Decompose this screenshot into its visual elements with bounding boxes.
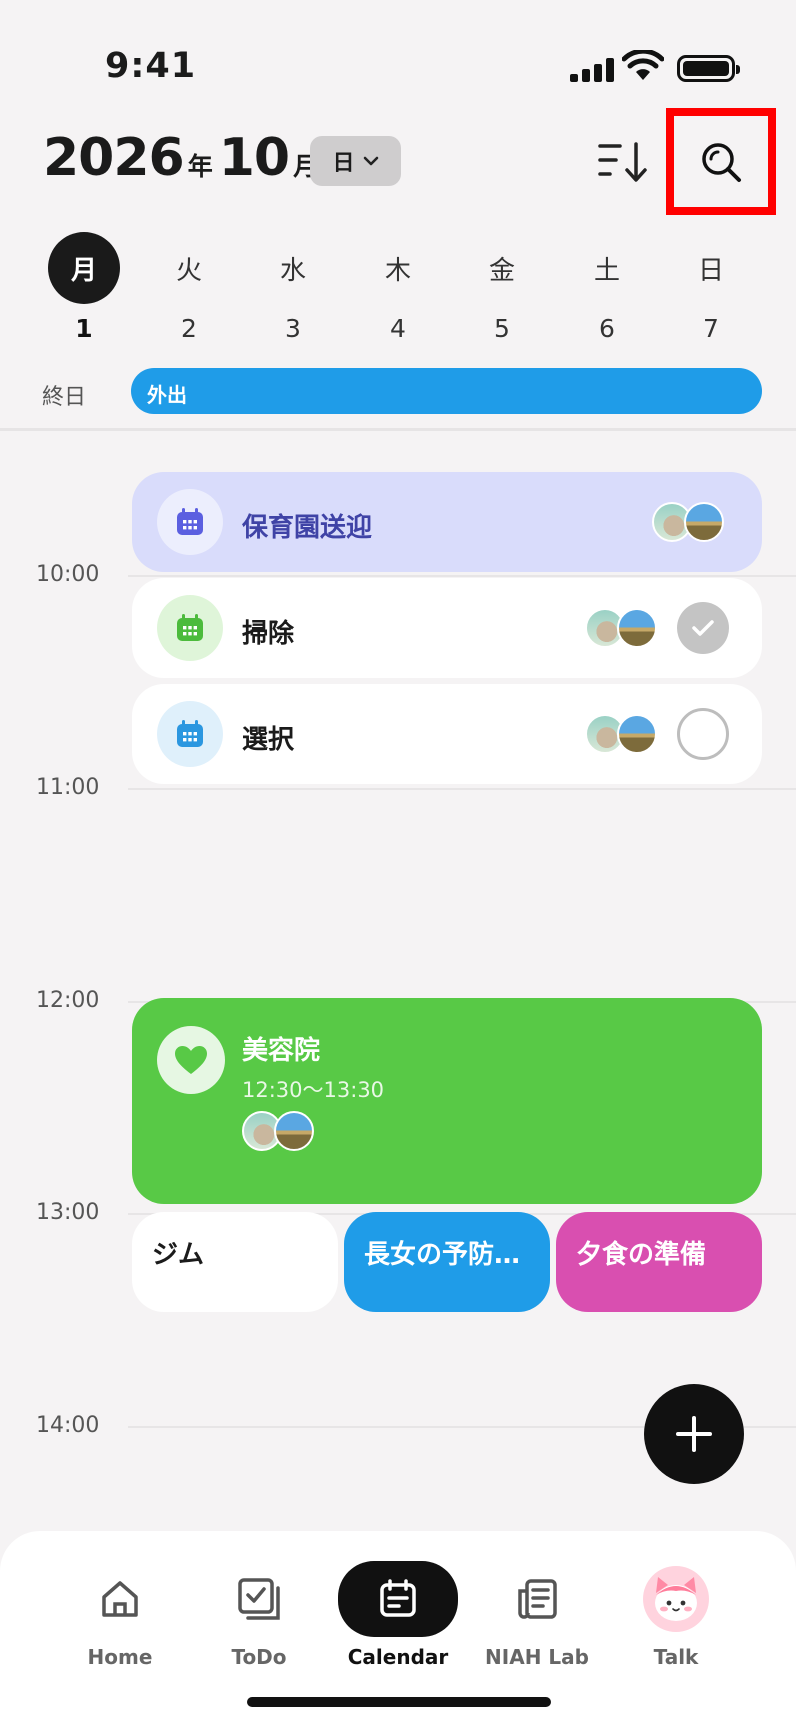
sort-icon <box>598 142 647 182</box>
event-title: 美容院 <box>242 1036 321 1066</box>
calendar-icon <box>157 489 223 555</box>
weekday-sat[interactable]: 土 6 <box>571 232 643 344</box>
weekday-sun[interactable]: 日 7 <box>675 232 747 344</box>
weekday-name: 日 <box>697 255 724 286</box>
event-card-cleaning[interactable]: 掃除 <box>132 578 762 678</box>
avatar <box>684 502 724 542</box>
weekday-name: 火 <box>175 255 202 286</box>
month-title[interactable]: 2026 年 10 月 <box>43 128 324 188</box>
weekday-wed[interactable]: 水 3 <box>257 232 329 344</box>
tab-home[interactable]: Home <box>50 1567 190 1669</box>
tab-niah-lab[interactable]: NIAH Lab <box>467 1567 607 1669</box>
wifi-icon <box>621 48 665 86</box>
news-icon <box>467 1567 607 1631</box>
weekday-date: 5 <box>494 314 510 343</box>
checkmark-icon <box>692 620 714 636</box>
search-button[interactable] <box>666 108 776 215</box>
weekday-thu[interactable]: 木 4 <box>362 232 434 344</box>
sort-button[interactable] <box>596 138 652 186</box>
home-indicator <box>247 1697 551 1707</box>
calendar-icon <box>338 1561 458 1637</box>
event-time: 12:30～13:30 <box>242 1078 385 1102</box>
event-card-selection[interactable]: 選択 <box>132 684 762 784</box>
tab-label: ToDo <box>231 1645 287 1669</box>
participant-avatars <box>242 1111 314 1151</box>
weekday-name: 水 <box>279 255 306 286</box>
view-mode-label: 日 <box>332 151 355 176</box>
avatar <box>617 608 657 648</box>
tab-label: Talk <box>653 1645 699 1669</box>
weekday-date: 6 <box>599 314 615 343</box>
search-icon <box>702 142 741 182</box>
weekday-name: 土 <box>593 255 620 286</box>
year-text: 2026 <box>43 128 185 188</box>
plus-icon <box>676 1416 712 1452</box>
cellular-signal-icon <box>570 58 614 82</box>
todo-checkbox[interactable] <box>677 708 729 760</box>
hour-label: 14:00 <box>36 1413 100 1438</box>
hour-line <box>128 788 796 790</box>
weekday-tue[interactable]: 火 2 <box>153 232 225 344</box>
weekday-name: 木 <box>384 255 411 286</box>
hour-label: 10:00 <box>36 562 100 587</box>
event-title: 保育園送迎 <box>242 513 373 543</box>
weekday-date: 4 <box>390 314 406 343</box>
event-card-vaccination[interactable]: 長女の予防… <box>344 1212 550 1312</box>
year-unit: 年 <box>187 152 213 181</box>
participant-avatars <box>652 502 724 542</box>
hour-label: 13:00 <box>36 1200 100 1225</box>
weekday-date: 3 <box>285 314 301 343</box>
event-title: 掃除 <box>242 619 295 649</box>
month-text: 10 <box>218 128 290 188</box>
calendar-icon <box>157 595 223 661</box>
view-mode-dropdown[interactable]: 日 <box>310 136 401 186</box>
event-card-beauty-salon[interactable]: 美容院 12:30～13:30 <box>132 998 762 1204</box>
calendar-icon <box>157 701 223 767</box>
battery-icon <box>677 55 740 82</box>
status-time: 9:41 <box>105 46 197 86</box>
tab-calendar[interactable]: Calendar <box>328 1561 468 1669</box>
completed-checkbox[interactable] <box>677 602 729 654</box>
character-avatar-icon <box>606 1566 746 1632</box>
todo-icon <box>189 1567 329 1631</box>
hour-label: 12:00 <box>36 988 100 1013</box>
all-day-event[interactable]: 外出 <box>131 368 762 414</box>
tab-label: NIAH Lab <box>485 1645 589 1669</box>
event-card-nursery-pickup[interactable]: 保育園送迎 <box>132 472 762 572</box>
participant-avatars <box>585 608 657 648</box>
tab-label: Calendar <box>347 1645 449 1669</box>
tab-talk[interactable]: Talk <box>606 1566 746 1669</box>
weekday-date: 2 <box>181 314 197 343</box>
event-card-dinner-prep[interactable]: 夕食の準備 <box>556 1212 762 1312</box>
weekday-date: 1 <box>75 314 93 343</box>
weekday-fri[interactable]: 金 5 <box>466 232 538 344</box>
weekday-mon[interactable]: 月 1 <box>48 232 120 343</box>
weekday-date: 7 <box>703 314 719 343</box>
participant-avatars <box>585 714 657 754</box>
add-event-button[interactable] <box>644 1384 744 1484</box>
home-icon <box>50 1567 190 1631</box>
hour-line <box>128 575 796 577</box>
all-day-divider <box>0 428 796 431</box>
heart-icon <box>157 1026 225 1094</box>
bottom-tab-bar: Home ToDo Calendar NIAH Lab Talk <box>0 1531 796 1724</box>
all-day-label: 終日 <box>42 385 87 410</box>
chevron-down-icon <box>363 156 378 166</box>
avatar <box>617 714 657 754</box>
event-title: 選択 <box>242 725 295 755</box>
event-card-gym[interactable]: ジム <box>132 1212 338 1312</box>
avatar <box>274 1111 314 1151</box>
hour-label: 11:00 <box>36 775 100 800</box>
weekday-name: 金 <box>488 255 515 286</box>
weekday-name: 月 <box>48 232 120 304</box>
tab-todo[interactable]: ToDo <box>189 1567 329 1669</box>
tab-label: Home <box>87 1645 153 1669</box>
